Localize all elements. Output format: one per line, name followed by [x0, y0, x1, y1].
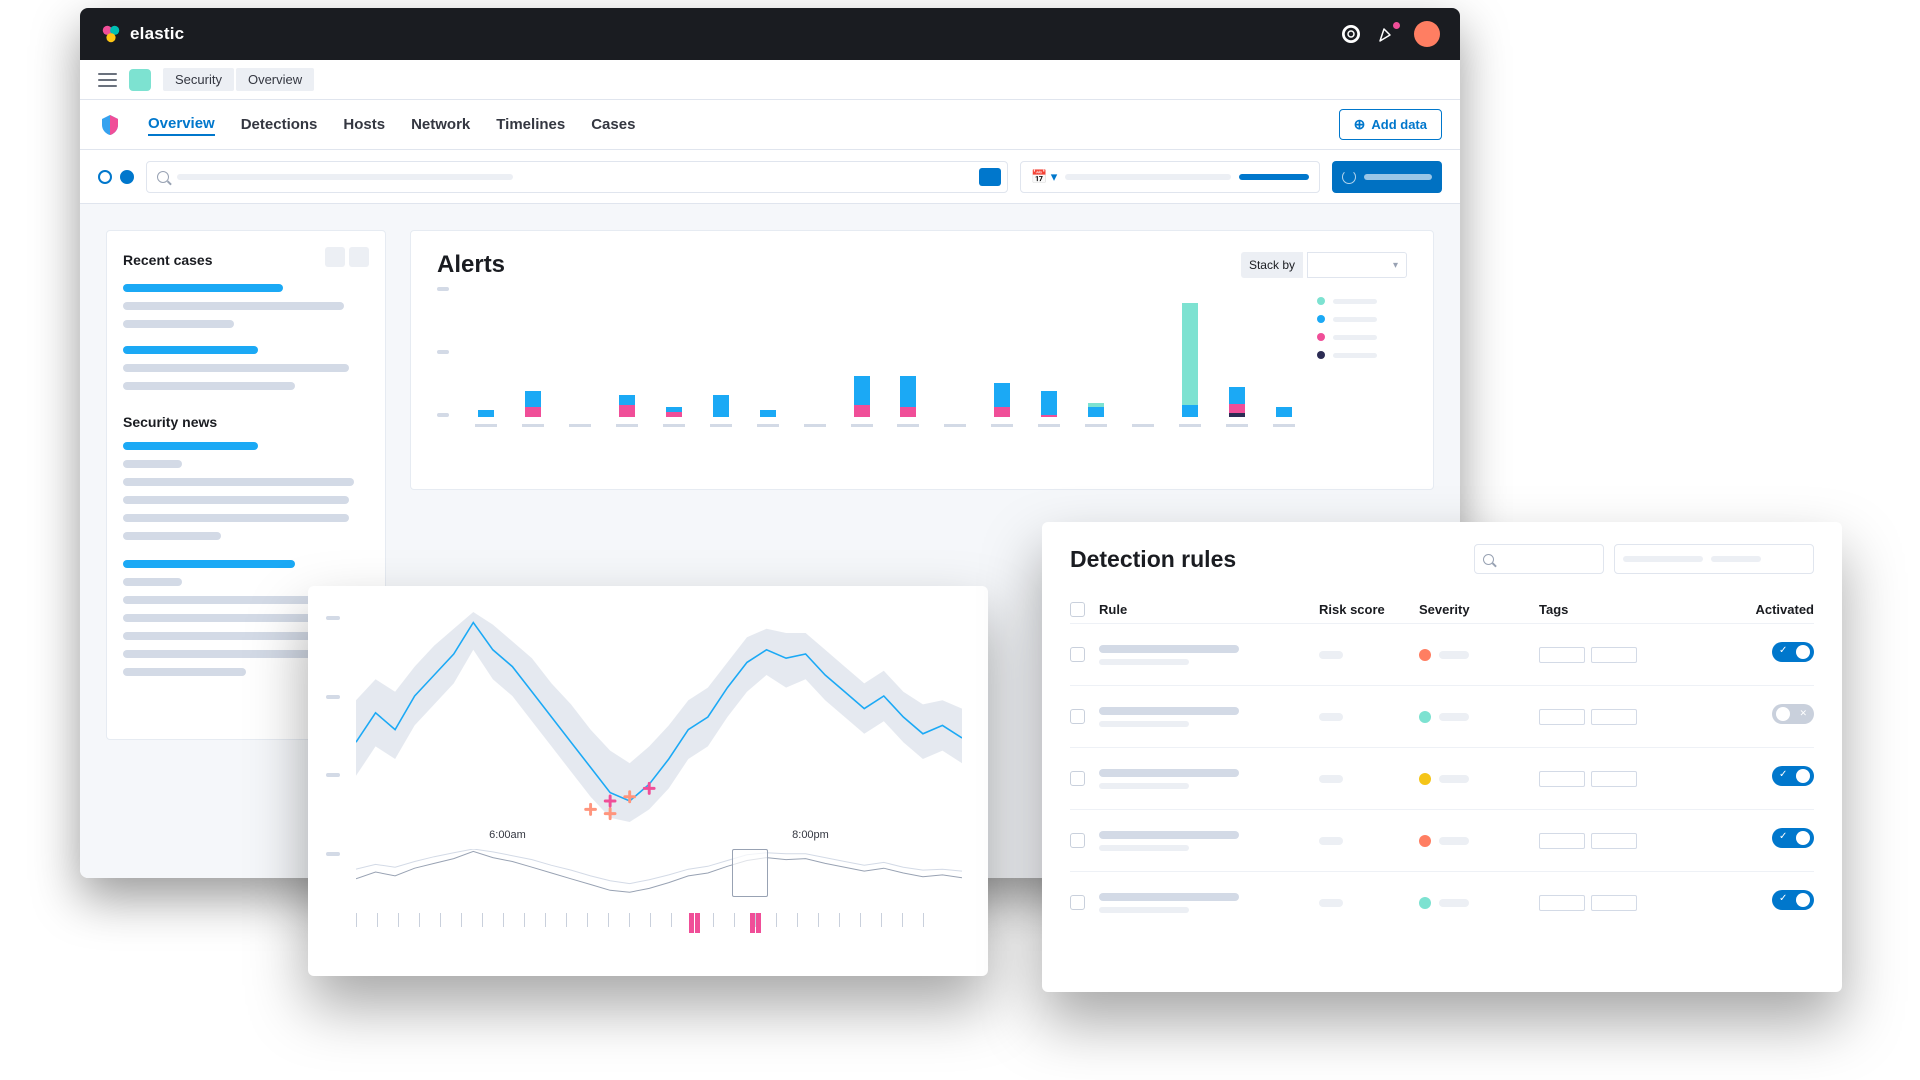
table-row	[1070, 747, 1814, 809]
text-skel	[123, 532, 221, 540]
text-skel	[123, 668, 246, 676]
refresh-icon	[1342, 170, 1356, 184]
text-skel	[123, 460, 182, 468]
tab-hosts[interactable]: Hosts	[343, 114, 385, 135]
table-row	[1070, 871, 1814, 933]
help-icon[interactable]	[1342, 25, 1360, 43]
search-icon	[1483, 554, 1494, 565]
global-topbar: elastic	[80, 8, 1460, 60]
case-link[interactable]	[123, 284, 283, 292]
breadcrumb-overview[interactable]: Overview	[236, 68, 314, 91]
brush-handle[interactable]	[732, 849, 768, 897]
table-row	[1070, 809, 1814, 871]
alerts-bar-chart	[437, 287, 1303, 417]
tab-timelines[interactable]: Timelines	[496, 114, 565, 135]
news-link[interactable]	[123, 560, 295, 568]
rules-table: Rule Risk score Severity Tags Activated	[1070, 596, 1814, 933]
activated-toggle[interactable]	[1772, 890, 1814, 910]
recent-cases-title: Recent cases	[123, 252, 213, 268]
kql-search-input[interactable]	[146, 161, 1008, 193]
panel-action-icon[interactable]	[325, 247, 345, 267]
security-news-title: Security news	[123, 414, 217, 430]
menu-toggle-icon[interactable]	[98, 73, 117, 87]
filter-mode-toggle[interactable]	[98, 170, 134, 184]
row-checkbox[interactable]	[1070, 833, 1085, 848]
breadcrumb-bar: Security Overview	[80, 60, 1460, 100]
news-icon[interactable]	[1378, 25, 1396, 43]
rules-action-button[interactable]	[1614, 544, 1814, 574]
tab-cases[interactable]: Cases	[591, 114, 635, 135]
row-checkbox[interactable]	[1070, 647, 1085, 662]
security-app-icon	[98, 113, 122, 137]
alerts-title: Alerts	[437, 251, 505, 279]
rule-name[interactable]	[1099, 831, 1239, 839]
panel-action-icon[interactable]	[349, 247, 369, 267]
activated-toggle[interactable]	[1772, 828, 1814, 848]
tab-network[interactable]: Network	[411, 114, 470, 135]
news-link[interactable]	[123, 442, 258, 450]
row-checkbox[interactable]	[1070, 709, 1085, 724]
anomaly-line-chart	[356, 612, 962, 822]
elastic-logo-icon	[100, 23, 122, 45]
calendar-icon: 📅 ▾	[1031, 169, 1057, 185]
row-checkbox[interactable]	[1070, 771, 1085, 786]
text-skel	[123, 514, 349, 522]
anomaly-minimap[interactable]	[356, 849, 962, 909]
activated-toggle[interactable]	[1772, 704, 1814, 724]
table-row	[1070, 623, 1814, 685]
text-skel	[123, 478, 354, 486]
rules-search-input[interactable]	[1474, 544, 1604, 574]
text-skel	[123, 302, 344, 310]
space-chip[interactable]	[129, 69, 151, 91]
breadcrumb-security[interactable]: Security	[163, 68, 234, 91]
text-skel	[123, 364, 349, 372]
anomaly-event-track	[356, 913, 962, 945]
detection-rules-card: Detection rules Rule Risk score Severity…	[1042, 522, 1842, 992]
case-link[interactable]	[123, 346, 258, 354]
text-skel	[123, 382, 295, 390]
alerts-panel: Alerts Stack by ▾	[410, 230, 1434, 490]
search-icon	[157, 171, 169, 183]
activated-toggle[interactable]	[1772, 642, 1814, 662]
stack-by-control[interactable]: Stack by ▾	[1241, 252, 1407, 278]
text-skel	[123, 320, 234, 328]
alerts-legend	[1317, 287, 1407, 417]
table-row	[1070, 685, 1814, 747]
select-all-checkbox[interactable]	[1070, 602, 1085, 617]
query-filter-bar: 📅 ▾	[80, 150, 1460, 204]
stack-by-select[interactable]: ▾	[1307, 252, 1407, 278]
rule-name[interactable]	[1099, 707, 1239, 715]
date-range-picker[interactable]: 📅 ▾	[1020, 161, 1320, 193]
add-data-button[interactable]: ⊕Add data	[1339, 109, 1442, 140]
rule-name[interactable]	[1099, 893, 1239, 901]
rule-name[interactable]	[1099, 645, 1239, 653]
refresh-button[interactable]	[1332, 161, 1442, 193]
rules-title: Detection rules	[1070, 546, 1236, 573]
text-skel	[123, 578, 182, 586]
row-checkbox[interactable]	[1070, 895, 1085, 910]
nav-tabs: Overview Detections Hosts Network Timeli…	[80, 100, 1460, 150]
rule-name[interactable]	[1099, 769, 1239, 777]
anomaly-chart-card: 6:00am 8:00pm	[308, 586, 988, 976]
plus-icon: ⊕	[1354, 116, 1366, 133]
anomaly-x-labels: 6:00am 8:00pm	[356, 829, 962, 841]
rules-table-header: Rule Risk score Severity Tags Activated	[1070, 596, 1814, 623]
text-skel	[123, 496, 349, 504]
user-avatar-icon[interactable]	[1414, 21, 1440, 47]
brand-name: elastic	[130, 24, 184, 44]
tab-overview[interactable]: Overview	[148, 113, 215, 136]
tab-detections[interactable]: Detections	[241, 114, 318, 135]
activated-toggle[interactable]	[1772, 766, 1814, 786]
